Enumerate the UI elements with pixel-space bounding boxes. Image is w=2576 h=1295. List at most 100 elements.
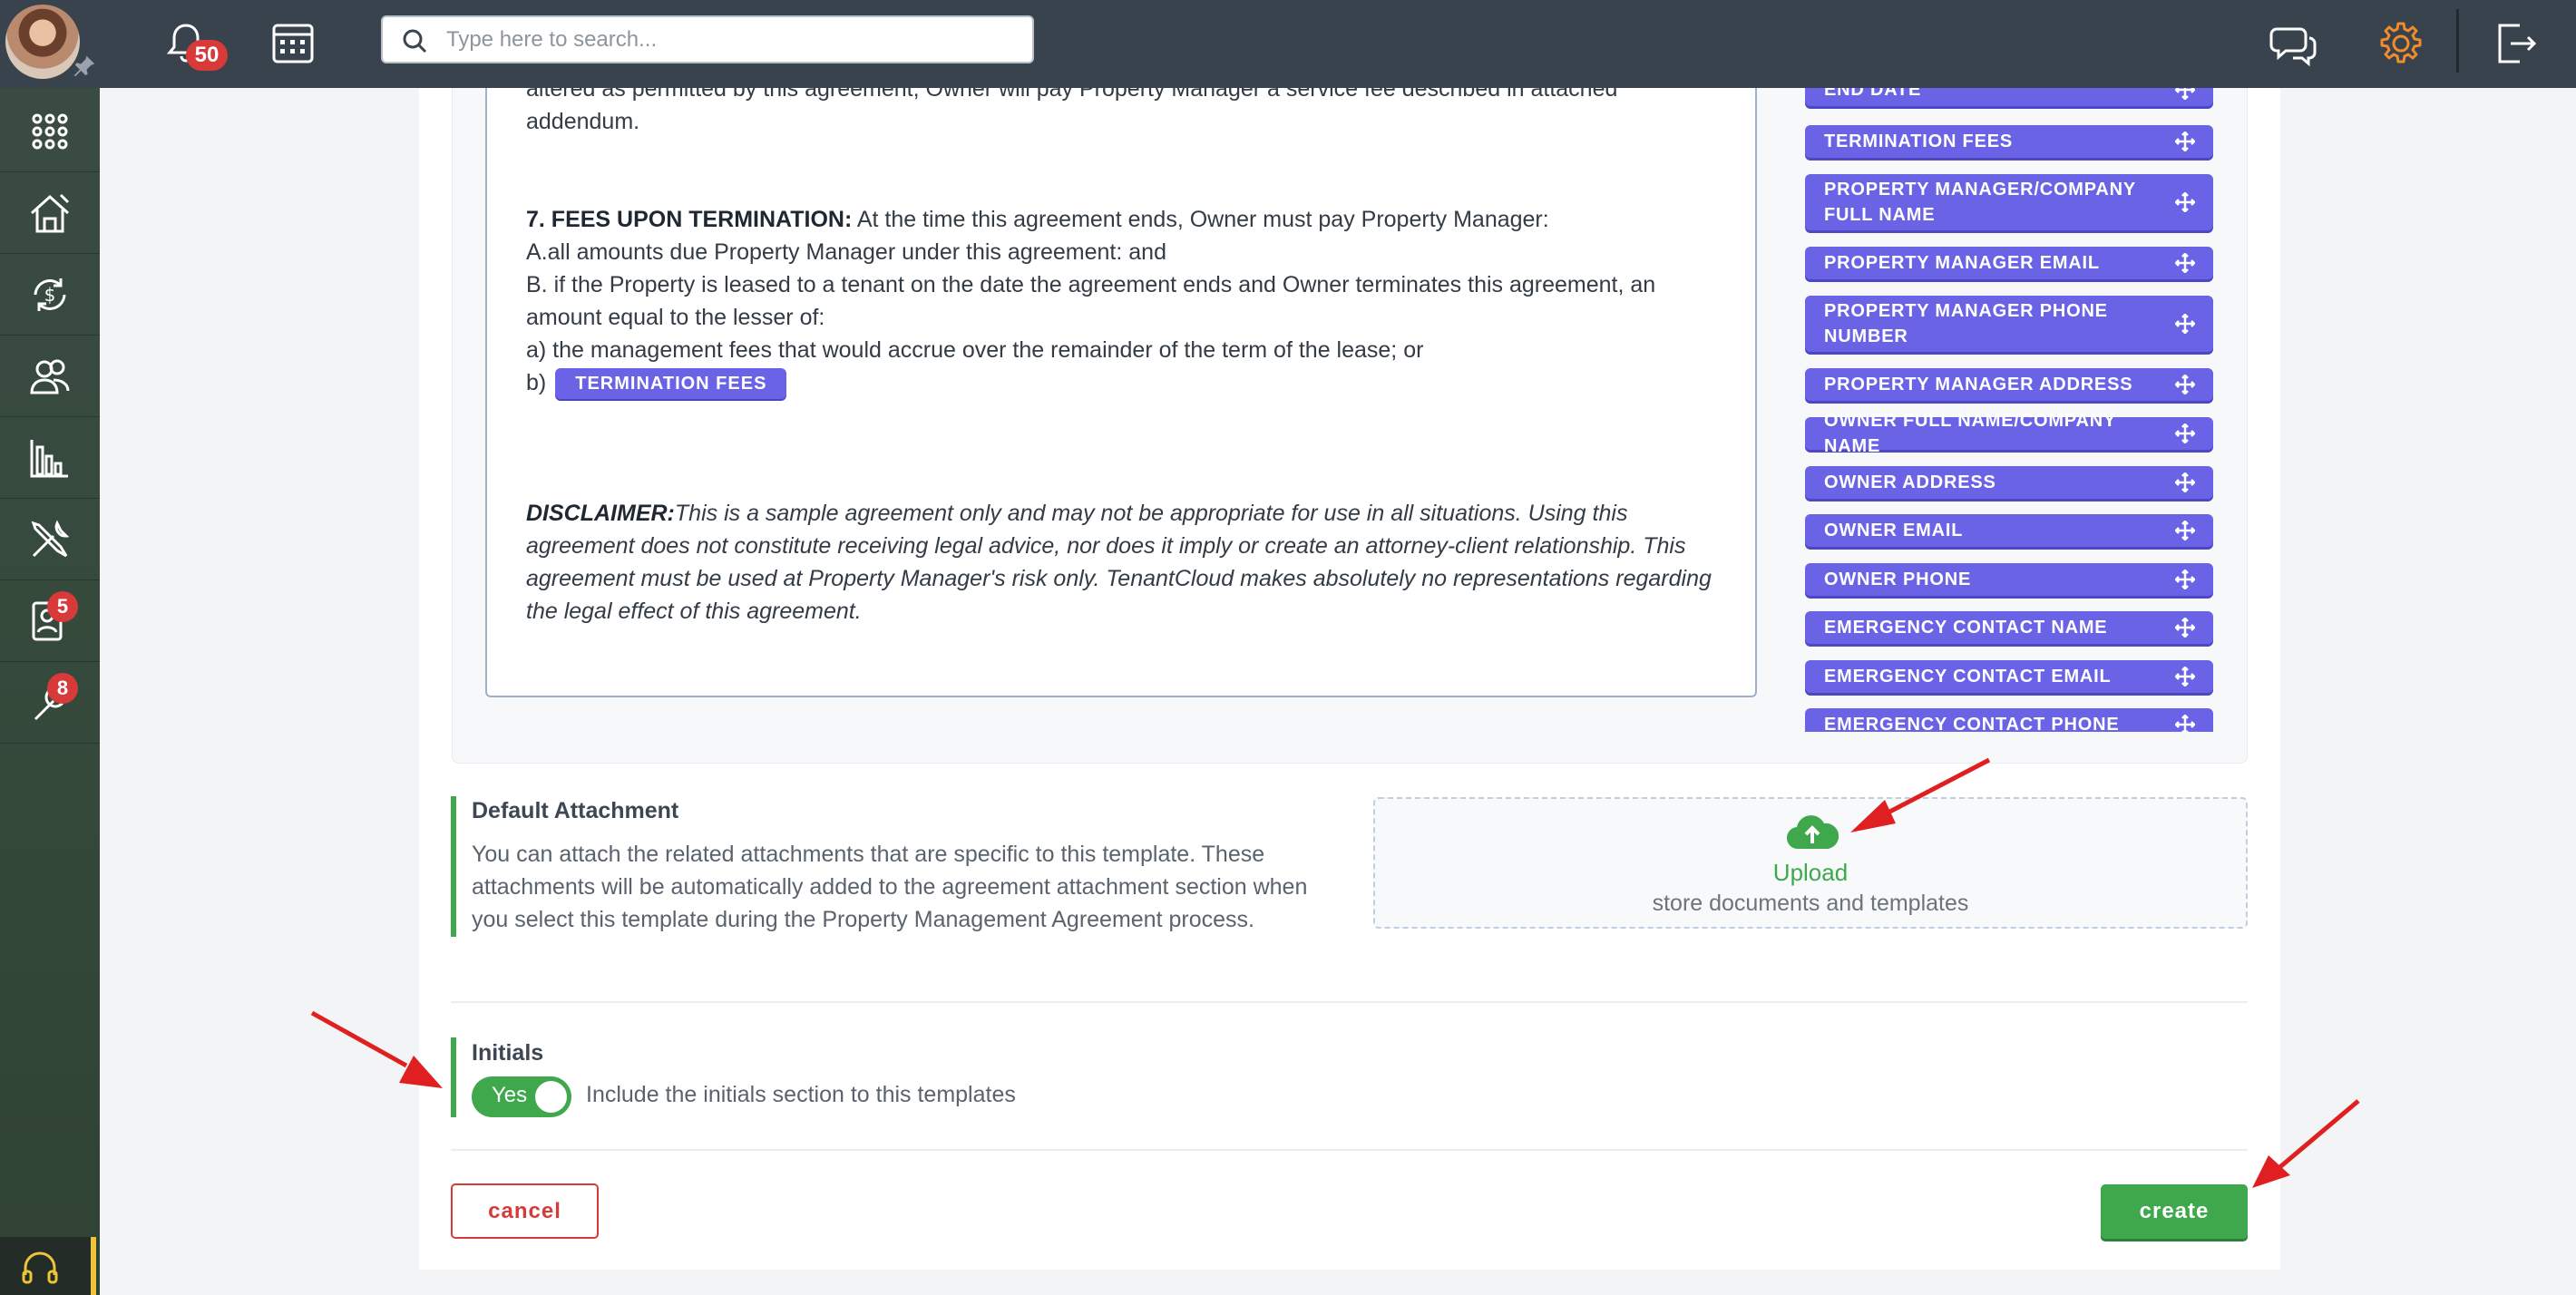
move-icon — [2175, 131, 2195, 151]
move-icon — [2175, 521, 2195, 540]
cloud-upload-icon — [1787, 815, 1839, 850]
upload-dropzone[interactable]: Upload store documents and templates — [1373, 797, 2248, 929]
field-label: EMERGENCY CONTACT EMAIL — [1824, 667, 2112, 686]
field-label: PROPERTY MANAGER PHONE NUMBER — [1824, 301, 2108, 346]
move-icon — [2175, 570, 2195, 589]
attachment-desc-line: attachments will be automatically added … — [472, 874, 1308, 900]
field-chip[interactable]: PROPERTY MANAGER ADDRESS — [1805, 368, 2213, 401]
sidebar-item-accounting[interactable]: $ — [0, 254, 100, 336]
pin-icon[interactable] — [71, 53, 98, 80]
disclaimer-line: the legal effect of this agreement. — [526, 599, 862, 624]
cancel-button[interactable]: cancel — [451, 1183, 599, 1239]
move-icon — [2175, 715, 2195, 732]
field-chip[interactable]: OWNER ADDRESS — [1805, 466, 2213, 499]
field-chip[interactable]: PROPERTY MANAGER/COMPANY FULL NAME — [1805, 174, 2213, 230]
search-input[interactable] — [446, 24, 1009, 55]
termination-fees-tag[interactable]: TERMINATION FEES — [555, 368, 787, 400]
doc-line: a) the management fees that would accrue… — [526, 337, 1424, 363]
field-label: EMERGENCY CONTACT NAME — [1824, 618, 2108, 638]
field-label: OWNER FULL NAME/COMPANY NAME — [1824, 411, 2116, 456]
move-icon — [2175, 88, 2195, 100]
line-b-prefix: b) — [526, 370, 547, 395]
move-icon — [2175, 618, 2195, 638]
notification-count-badge: 50 — [186, 40, 228, 71]
field-label: PROPERTY MANAGER/COMPANY FULL NAME — [1824, 180, 2136, 225]
attachment-desc-line: you select this template during the Prop… — [472, 907, 1254, 932]
agreement-editor[interactable]: altered as permitted by this agreement, … — [485, 88, 1757, 697]
divider — [451, 1001, 2248, 1003]
field-chip[interactable]: OWNER FULL NAME/COMPANY NAME — [1805, 411, 2213, 456]
sidebar-item-maintenance[interactable]: 8 — [0, 662, 100, 744]
field-chip[interactable]: END DATE — [1805, 88, 2213, 106]
user-avatar[interactable] — [5, 5, 80, 79]
doc-line: B. if the Property is leased to a tenant… — [526, 272, 1656, 297]
doc-line: amount equal to the lesser of: — [526, 305, 825, 330]
initials-title: Initials — [472, 1040, 544, 1066]
sidebar-item-tools[interactable] — [0, 499, 100, 580]
doc-line: altered as permitted by this agreement, … — [526, 88, 1618, 102]
sidebar-item-applications[interactable]: 5 — [0, 580, 100, 662]
svg-text:$: $ — [44, 284, 56, 306]
merge-fields-list[interactable]: END DATE TERMINATION FEES PROPERTY MANAG… — [1805, 88, 2213, 732]
attachment-accent-bar — [451, 796, 456, 937]
field-chip[interactable]: PROPERTY MANAGER PHONE NUMBER — [1805, 296, 2213, 352]
field-chip[interactable]: PROPERTY MANAGER EMAIL — [1805, 247, 2213, 279]
divider — [451, 1149, 2248, 1151]
applications-count-badge: 5 — [47, 591, 78, 622]
move-icon — [2175, 192, 2195, 212]
initials-toggle[interactable]: Yes — [472, 1076, 571, 1117]
disclaimer-line: agreement does not constitute receiving … — [526, 533, 1686, 559]
sidebar-item-apps[interactable] — [0, 91, 100, 172]
upload-subtitle: store documents and templates — [1652, 891, 1969, 916]
attachment-title: Default Attachment — [472, 798, 679, 823]
field-chip[interactable]: OWNER PHONE — [1805, 563, 2213, 596]
field-chip[interactable]: EMERGENCY CONTACT NAME — [1805, 611, 2213, 644]
toggle-knob — [535, 1081, 567, 1113]
field-chip[interactable]: EMERGENCY CONTACT EMAIL — [1805, 660, 2213, 693]
upload-label: Upload — [1772, 859, 1849, 886]
doc-section-7: 7. FEES UPON TERMINATION: At the time th… — [526, 203, 1723, 236]
logout-icon[interactable] — [2487, 16, 2542, 71]
move-icon — [2175, 375, 2195, 394]
field-label: OWNER PHONE — [1824, 570, 1972, 589]
headset-icon — [22, 1251, 58, 1284]
disclaimer-label: DISCLAIMER: — [526, 501, 675, 526]
field-chip[interactable]: EMERGENCY CONTACT PHONE — [1805, 708, 2213, 732]
move-icon — [2175, 314, 2195, 334]
field-chip[interactable]: OWNER EMAIL — [1805, 514, 2213, 547]
doc-line: A.all amounts due Property Manager under… — [526, 239, 1166, 265]
move-icon — [2175, 667, 2195, 686]
sidebar-item-people[interactable] — [0, 336, 100, 417]
section-7-title: 7. FEES UPON TERMINATION: — [526, 207, 853, 232]
top-bar: 50 — [0, 0, 2576, 88]
attachment-description: You can attach the related attachments t… — [472, 838, 1333, 936]
move-icon — [2175, 472, 2195, 492]
move-icon — [2175, 253, 2195, 273]
sidebar-item-reports[interactable] — [0, 417, 100, 499]
chat-icon[interactable] — [2266, 16, 2320, 71]
disclaimer-line: agreement must be used at Property Manag… — [526, 566, 1712, 591]
move-icon — [2175, 424, 2195, 443]
field-label: PROPERTY MANAGER ADDRESS — [1824, 375, 2133, 394]
create-button[interactable]: create — [2101, 1184, 2248, 1239]
calendar-icon[interactable] — [266, 16, 320, 71]
field-label: END DATE — [1824, 88, 1922, 100]
apps-grid-icon — [32, 113, 68, 149]
house-icon — [30, 193, 70, 232]
field-chip[interactable]: TERMINATION FEES — [1805, 125, 2213, 158]
toggle-label: Yes — [492, 1083, 528, 1107]
sidebar-item-properties[interactable] — [0, 172, 100, 254]
initials-description: Include the initials section to this tem… — [586, 1082, 1016, 1107]
search-bar[interactable] — [381, 15, 1034, 63]
initials-accent-bar — [451, 1037, 456, 1117]
attachment-desc-line: You can attach the related attachments t… — [472, 842, 1265, 867]
search-icon — [403, 29, 427, 54]
disclaimer-line: DISCLAIMER:This is a sample agreement on… — [526, 497, 1723, 530]
settings-gear-icon[interactable] — [2374, 16, 2428, 71]
sidebar-nav: $ 5 8 — [0, 88, 100, 1295]
field-label: TERMINATION FEES — [1824, 131, 2013, 151]
support-button[interactable] — [0, 1237, 96, 1295]
field-label: EMERGENCY CONTACT PHONE — [1824, 715, 2120, 732]
top-bar-divider — [2456, 9, 2459, 73]
doc-line-b: b) TERMINATION FEES — [526, 366, 1723, 400]
